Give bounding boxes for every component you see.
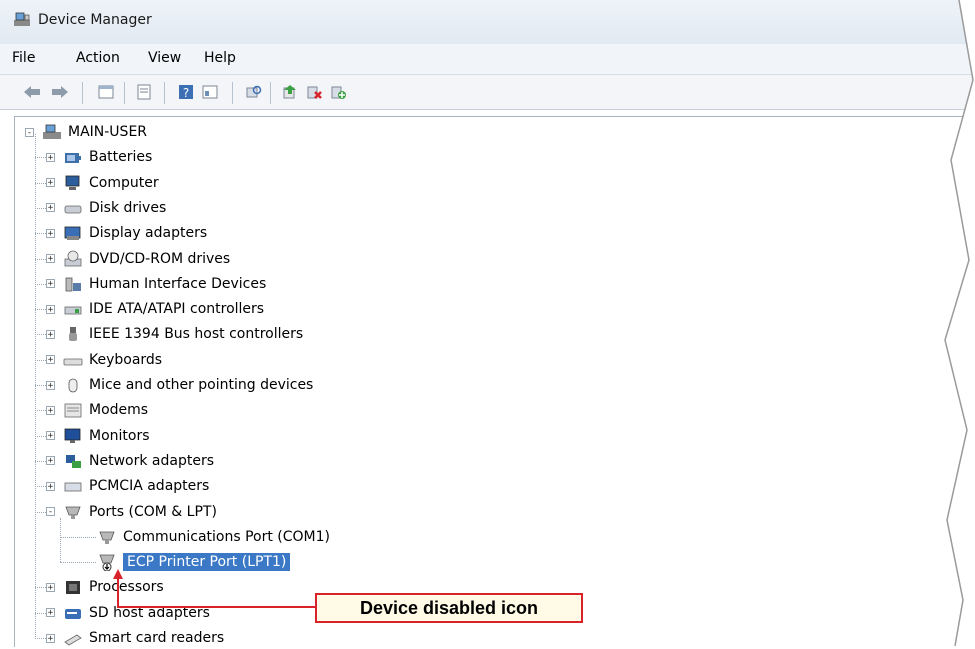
torn-edge bbox=[944, 0, 975, 646]
device-manager-window: Device Manager File Action View Help ? -… bbox=[0, 0, 975, 647]
callout-text: Device disabled icon bbox=[359, 597, 539, 618]
device-disabled-callout: Device disabled icon bbox=[315, 593, 583, 623]
callout-arrow bbox=[113, 569, 315, 608]
